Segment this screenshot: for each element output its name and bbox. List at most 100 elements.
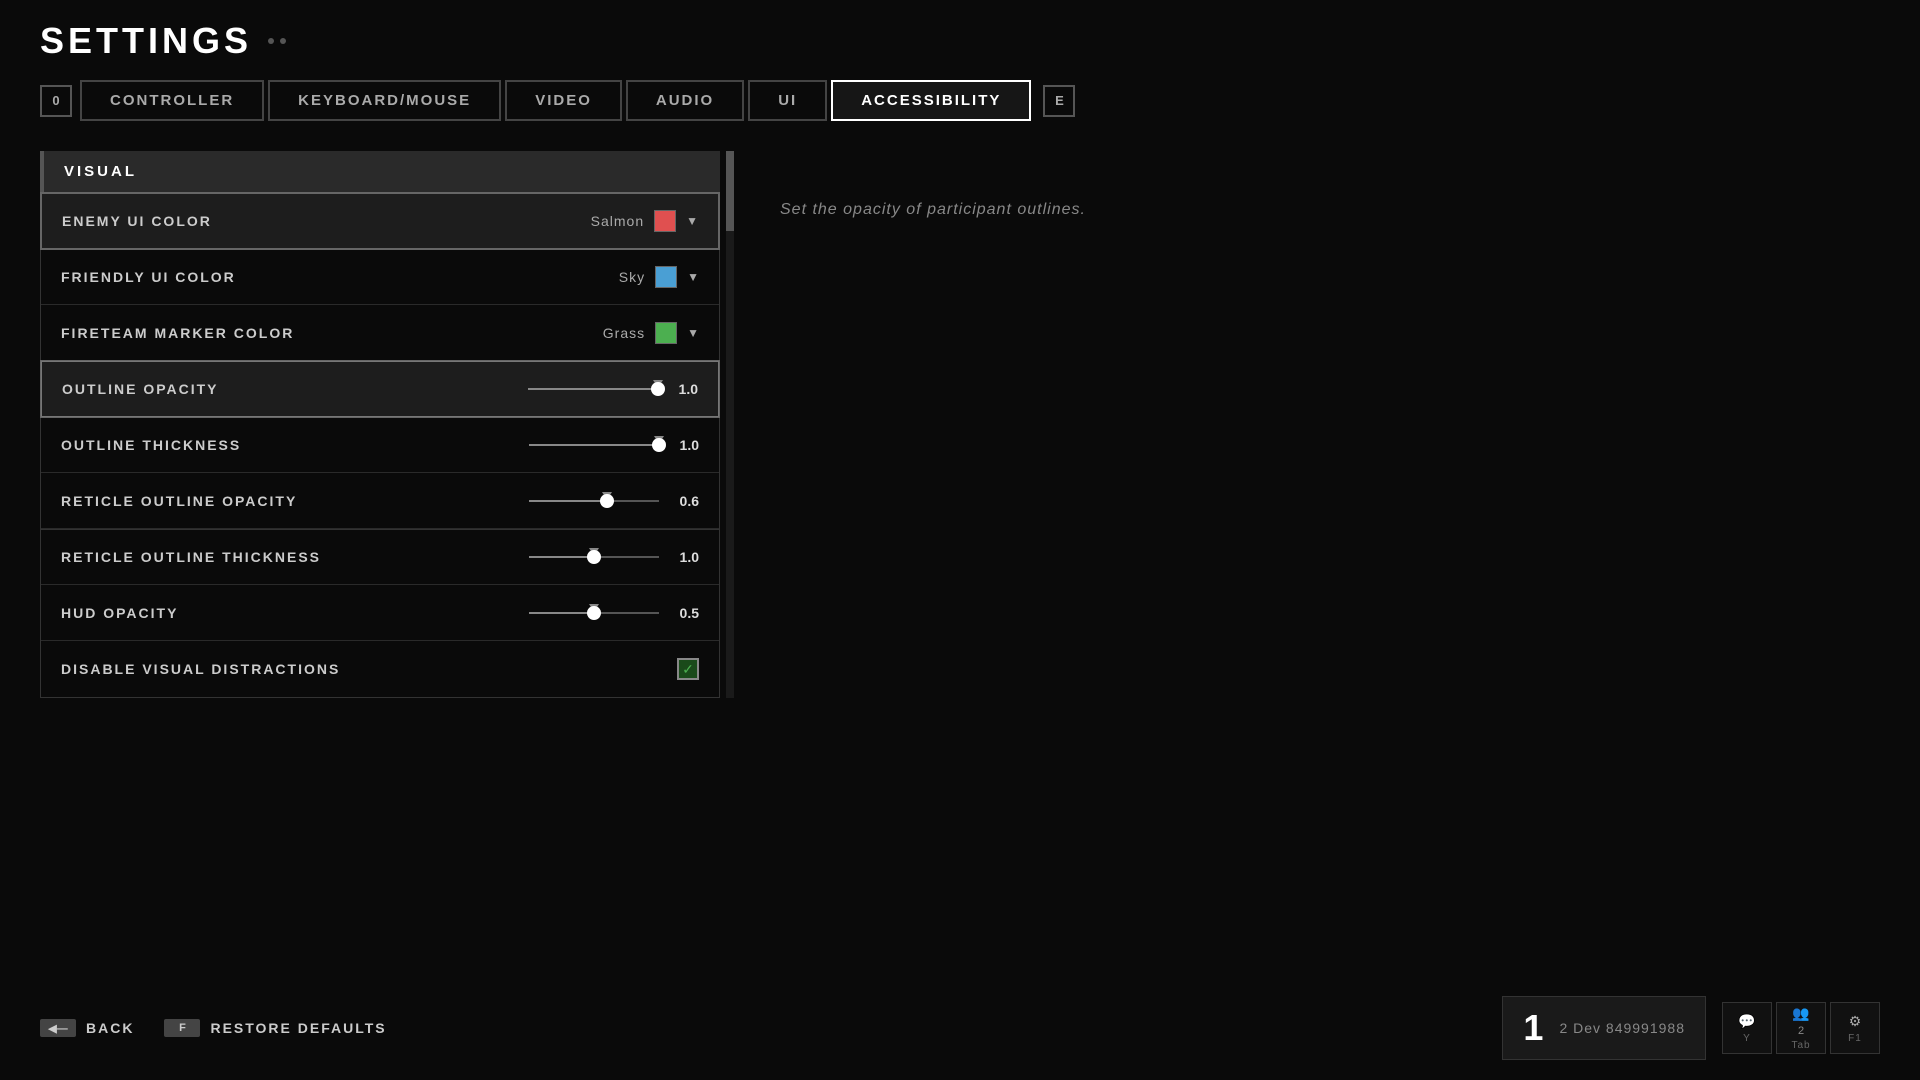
reticle-outline-opacity-thumb[interactable] (600, 494, 614, 508)
description-panel: Set the opacity of participant outlines. (780, 151, 1880, 698)
bottom-actions: ◀— Back F Restore Defaults (40, 1019, 387, 1037)
hud-opacity-thumb[interactable] (587, 606, 601, 620)
setting-reticle-outline-thickness[interactable]: RETICLE OUTLINE THICKNESS 1.0 (41, 529, 719, 585)
restore-key-icon: F (164, 1019, 200, 1037)
hud-icon-chat[interactable]: 💬 Y (1722, 1002, 1772, 1054)
settings-list: ENEMY UI COLOR Salmon ▼ FRIENDLY UI COLO… (40, 192, 720, 698)
hud-icons: 💬 Y 👥 2 Tab ⚙ F1 (1722, 1002, 1880, 1054)
tabs-row: 0 CONTROLLER KEYBOARD/MOUSE VIDEO AUDIO … (40, 80, 1880, 121)
disable-visual-distractions-checkbox[interactable]: ✓ (677, 658, 699, 680)
tab-video[interactable]: VIDEO (505, 80, 622, 121)
tab-ui[interactable]: UI (748, 80, 827, 121)
dot-2 (280, 38, 286, 44)
player-info: 1 2 Dev 849991988 (1502, 996, 1706, 1060)
bottom-right: 1 2 Dev 849991988 💬 Y 👥 2 Tab ⚙ F1 (1502, 996, 1880, 1060)
reticle-outline-opacity-slider-container: 0.6 (529, 493, 699, 509)
outline-thickness-value: 1.0 (671, 437, 699, 453)
settings-title: SETTINGS (40, 20, 1880, 62)
restore-defaults-button[interactable]: F Restore Defaults (164, 1019, 386, 1037)
title-decoration (268, 38, 286, 44)
dot-1 (268, 38, 274, 44)
setting-outline-thickness[interactable]: OUTLINE THICKNESS 1.0 (41, 417, 719, 473)
fireteam-marker-color-value-area: Grass ▼ (603, 322, 699, 344)
reticle-outline-opacity-track[interactable] (529, 500, 659, 502)
enemy-ui-color-arrow: ▼ (686, 214, 698, 228)
fireteam-marker-color-label: FIRETEAM MARKER COLOR (61, 325, 294, 341)
section-label: VISUAL (64, 163, 137, 180)
setting-fireteam-marker-color[interactable]: FIRETEAM MARKER COLOR Grass ▼ (41, 305, 719, 361)
outline-opacity-value: 1.0 (670, 381, 698, 397)
setting-enemy-ui-color[interactable]: ENEMY UI COLOR Salmon ▼ (41, 193, 719, 249)
reticle-outline-thickness-slider-container: 1.0 (529, 549, 699, 565)
outline-thickness-thumb[interactable] (652, 438, 666, 452)
tab-keyboard-mouse[interactable]: KEYBOARD/MOUSE (268, 80, 501, 121)
scrollbar-thumb[interactable] (726, 151, 734, 231)
reticle-outline-opacity-value: 0.6 (671, 493, 699, 509)
outline-opacity-fill (528, 388, 658, 390)
main-content: VISUAL ENEMY UI COLOR Salmon ▼ FRIENDLY … (40, 151, 1880, 698)
friendly-ui-color-value: Sky (619, 269, 645, 285)
friendly-ui-color-swatch (655, 266, 677, 288)
scrollbar[interactable] (726, 151, 734, 698)
gear-icon: ⚙ (1849, 1013, 1862, 1030)
outline-thickness-slider-container: 1.0 (529, 437, 699, 453)
reticle-outline-thickness-fill (529, 556, 594, 558)
title-text: SETTINGS (40, 20, 252, 62)
setting-reticle-outline-opacity[interactable]: RETICLE OUTLINE OPACITY 0.6 (41, 473, 719, 529)
disable-visual-distractions-checkbox-container: ✓ (677, 658, 699, 680)
restore-defaults-label: Restore Defaults (210, 1020, 386, 1036)
outline-opacity-label: OUTLINE OPACITY (62, 381, 219, 397)
setting-outline-opacity[interactable]: OUTLINE OPACITY 1.0 (41, 361, 719, 417)
tab-controller[interactable]: CONTROLLER (80, 80, 264, 121)
player-number: 1 (1523, 1007, 1543, 1049)
reticle-outline-opacity-fill (529, 500, 607, 502)
fireteam-marker-color-value: Grass (603, 325, 645, 341)
player-id: 2 Dev 849991988 (1559, 1020, 1685, 1036)
outline-opacity-thumb[interactable] (651, 382, 665, 396)
hud-icon-players[interactable]: 👥 2 Tab (1776, 1002, 1826, 1054)
outline-opacity-slider-container: 1.0 (528, 381, 698, 397)
tab-badge-left: 0 (40, 85, 72, 117)
reticle-outline-thickness-label: RETICLE OUTLINE THICKNESS (61, 549, 321, 565)
tab-badge-right: E (1043, 85, 1075, 117)
setting-friendly-ui-color[interactable]: FRIENDLY UI COLOR Sky ▼ (41, 249, 719, 305)
hud-opacity-label: HUD OPACITY (61, 605, 178, 621)
friendly-ui-color-label: FRIENDLY UI COLOR (61, 269, 236, 285)
hud-opacity-fill (529, 612, 594, 614)
enemy-ui-color-label: ENEMY UI COLOR (62, 213, 212, 229)
setting-disable-visual-distractions[interactable]: DISABLE VISUAL DISTRACTIONS ✓ (41, 641, 719, 697)
enemy-ui-color-swatch (654, 210, 676, 232)
reticle-outline-thickness-thumb[interactable] (587, 550, 601, 564)
outline-opacity-track[interactable] (528, 388, 658, 390)
hud-opacity-slider-container: 0.5 (529, 605, 699, 621)
hud-icon-settings[interactable]: ⚙ F1 (1830, 1002, 1880, 1054)
friendly-ui-color-arrow: ▼ (687, 270, 699, 284)
players-icon: 👥 (1792, 1005, 1809, 1022)
reticle-outline-thickness-value: 1.0 (671, 549, 699, 565)
hud-opacity-track[interactable] (529, 612, 659, 614)
players-key: Tab (1791, 1040, 1810, 1051)
outline-thickness-label: OUTLINE THICKNESS (61, 437, 241, 453)
enemy-ui-color-value-area: Salmon ▼ (591, 210, 698, 232)
reticle-outline-opacity-label: RETICLE OUTLINE OPACITY (61, 493, 297, 509)
checkbox-checkmark: ✓ (682, 661, 694, 678)
outline-thickness-fill (529, 444, 659, 446)
back-label: Back (86, 1020, 134, 1036)
section-header: VISUAL (40, 151, 720, 192)
friendly-ui-color-value-area: Sky ▼ (619, 266, 699, 288)
tab-audio[interactable]: AUDIO (626, 80, 744, 121)
fireteam-marker-color-arrow: ▼ (687, 326, 699, 340)
hud-opacity-value: 0.5 (671, 605, 699, 621)
reticle-outline-thickness-track[interactable] (529, 556, 659, 558)
fireteam-marker-color-swatch (655, 322, 677, 344)
disable-visual-distractions-label: DISABLE VISUAL DISTRACTIONS (61, 661, 340, 677)
back-key-icon: ◀— (40, 1019, 76, 1037)
settings-panel: VISUAL ENEMY UI COLOR Salmon ▼ FRIENDLY … (40, 151, 720, 698)
outline-thickness-track[interactable] (529, 444, 659, 446)
enemy-ui-color-value: Salmon (591, 213, 644, 229)
back-button[interactable]: ◀— Back (40, 1019, 134, 1037)
tab-accessibility[interactable]: ACCESSIBILITY (831, 80, 1031, 121)
setting-hud-opacity[interactable]: HUD OPACITY 0.5 (41, 585, 719, 641)
chat-key: Y (1743, 1033, 1751, 1044)
settings-key: F1 (1848, 1033, 1862, 1044)
